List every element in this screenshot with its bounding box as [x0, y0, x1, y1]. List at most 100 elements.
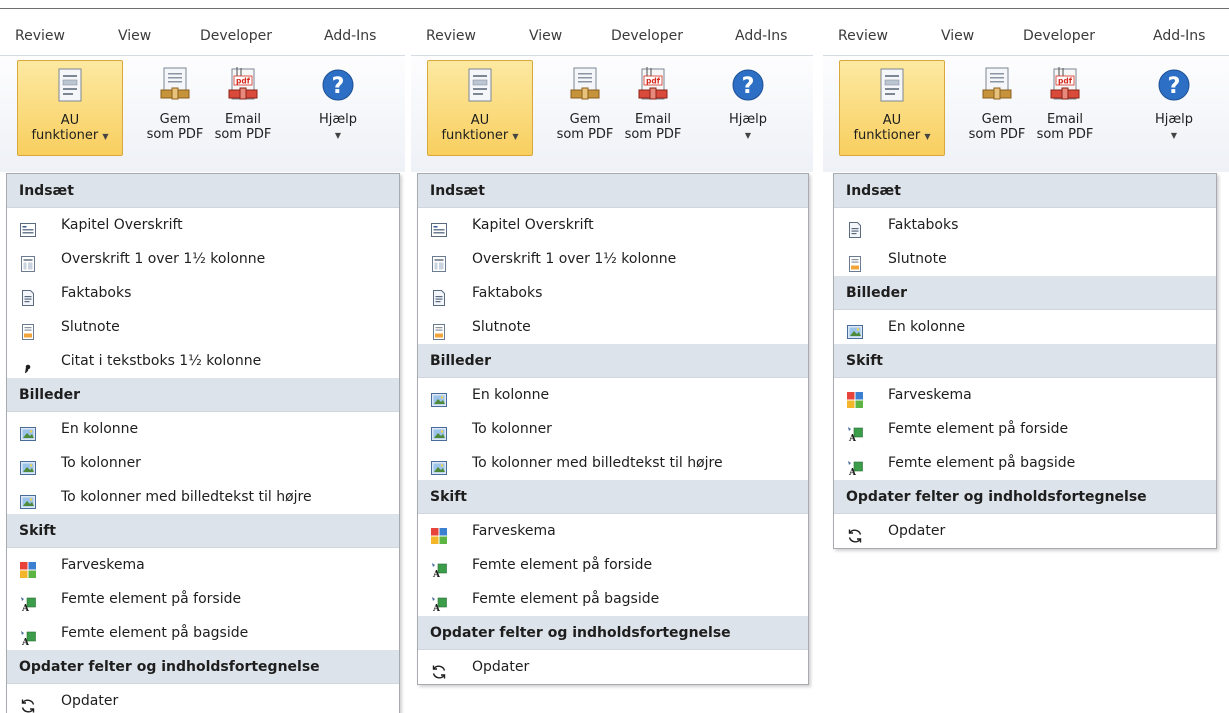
email-som-pdf-button[interactable]: pdf Email som PDF [620, 60, 686, 156]
tab-add-ins[interactable]: Add-Ins [1153, 28, 1205, 44]
menu-item-slutnote[interactable]: Slutnote [418, 310, 808, 344]
section-header-billeder: Billeder [834, 276, 1216, 310]
email-label-line2: som PDF [1036, 127, 1094, 142]
menu-item-femte-element-paa-bagside[interactable]: A Femte element på bagside [834, 446, 1216, 480]
menu-item-farveskema[interactable]: Farveskema [7, 548, 399, 582]
refresh-icon [431, 659, 447, 679]
gem-label: Gem som PDF [143, 112, 207, 142]
au-funktioner-button[interactable]: AU funktioner ▼ [839, 60, 945, 156]
menu-item-farveskema[interactable]: Farveskema [418, 514, 808, 548]
email-pdf-icon: pdf [638, 67, 668, 100]
gem-som-pdf-button[interactable]: Gem som PDF [143, 60, 207, 156]
menu-item-to-kolonner[interactable]: To kolonner [7, 446, 399, 480]
column-layout-icon [20, 251, 36, 272]
color-scheme-icon [847, 387, 863, 408]
menu-item-citat-i-tekstboks-1-half-kolonne[interactable]: Citat i tekstboks 1½ kolonne [7, 344, 399, 378]
tab-view[interactable]: View [118, 28, 151, 44]
email-pdf-icon: pdf [1050, 67, 1080, 100]
email-label-line1: Email [224, 112, 262, 127]
svg-text:A: A [848, 434, 857, 442]
menu-item-opdater[interactable]: Opdater [7, 684, 399, 713]
menu-item-to-kolonner-med-billedtekst-til-hoejre[interactable]: To kolonner med billedtekst til højre [7, 480, 399, 514]
menu-item-label: To kolonner med billedtekst til højre [472, 455, 723, 471]
menu-item-opdater[interactable]: Opdater [834, 514, 1216, 548]
menu-item-slutnote[interactable]: Slutnote [7, 310, 399, 344]
tab-view[interactable]: View [941, 28, 974, 44]
svg-text:A: A [432, 604, 441, 612]
menu-item-slutnote[interactable]: Slutnote [834, 242, 1216, 276]
menu-item-femte-element-paa-bagside[interactable]: A Femte element på bagside [418, 582, 808, 616]
menu-item-kapitel-overskrift[interactable]: Kapitel Overskrift [418, 208, 808, 242]
menu-item-label: Faktaboks [61, 285, 132, 301]
menu-item-label: Femte element på forside [888, 421, 1069, 437]
menu-item-farveskema[interactable]: Farveskema [834, 378, 1216, 412]
picture-icon [20, 455, 36, 475]
menu-item-label: Kapitel Overskrift [61, 217, 183, 233]
tab-developer[interactable]: Developer [1023, 28, 1095, 44]
help-glyph-text: ? [742, 74, 755, 99]
help-icon: ? [732, 69, 764, 101]
svg-text:A: A [432, 570, 441, 578]
menu-item-femte-element-paa-forside[interactable]: A Femte element på forside [7, 582, 399, 616]
tab-developer[interactable]: Developer [200, 28, 272, 44]
refresh-icon [847, 523, 863, 543]
help-button[interactable]: ? Hjælp ▼ [1141, 60, 1207, 156]
menu-item-to-kolonner[interactable]: To kolonner [418, 412, 808, 446]
au-funktioner-dropdown-menu: Indsæt Kapitel Overskrift Overskrift 1 ove… [417, 173, 809, 685]
menu-item-femte-element-paa-forside[interactable]: A Femte element på forside [418, 548, 808, 582]
save-pdf-icon [160, 67, 190, 100]
menu-item-faktaboks[interactable]: Faktaboks [834, 208, 1216, 242]
au-funktioner-button[interactable]: AU funktioner ▼ [17, 60, 123, 156]
menu-item-label: Citat i tekstboks 1½ kolonne [61, 353, 262, 369]
email-som-pdf-button[interactable]: pdf Email som PDF [1032, 60, 1098, 156]
menu-item-faktaboks[interactable]: Faktaboks [7, 276, 399, 310]
au-funktioner-dropdown-menu: Indsæt Kapitel Overskrift Overskrift 1 ove… [6, 173, 400, 713]
menu-item-en-kolonne[interactable]: En kolonne [834, 310, 1216, 344]
tab-review[interactable]: Review [15, 28, 65, 44]
menu-item-opdater[interactable]: Opdater [418, 650, 808, 684]
help-label-text: Hjælp [318, 112, 358, 127]
gem-som-pdf-button[interactable]: Gem som PDF [553, 60, 617, 156]
chevron-down-icon: ▼ [102, 132, 109, 141]
menu-item-label: Femte element på bagside [472, 591, 660, 607]
tab-add-ins[interactable]: Add-Ins [324, 28, 376, 44]
au-funktioner-label: AU funktioner ▼ [840, 113, 944, 144]
menu-item-kapitel-overskrift[interactable]: Kapitel Overskrift [7, 208, 399, 242]
ribbon-body: AU funktioner ▼ Gem som PDF pdf Email so… [411, 55, 813, 172]
email-som-pdf-button[interactable]: pdf Email som PDF [210, 60, 276, 156]
menu-item-label: Slutnote [61, 319, 120, 335]
au-funktioner-label: AU funktioner ▼ [428, 113, 532, 144]
word-screenshot-panel-2: Review View Developer Add-Ins AU funktio… [411, 9, 813, 713]
chevron-down-icon: ▼ [512, 132, 519, 141]
menu-item-label: Kapitel Overskrift [472, 217, 594, 233]
au-label-line2: funktioner [853, 128, 921, 143]
menu-item-overskrift-1-over-1-half-kolonne[interactable]: Overskrift 1 over 1½ kolonne [7, 242, 399, 276]
au-label-line1: AU [470, 113, 490, 128]
section-header-indsaet: Indsæt [418, 174, 808, 208]
svg-text:A: A [21, 638, 30, 646]
menu-item-overskrift-1-over-1-half-kolonne[interactable]: Overskrift 1 over 1½ kolonne [418, 242, 808, 276]
menu-item-to-kolonner-med-billedtekst-til-hoejre[interactable]: To kolonner med billedtekst til højre [418, 446, 808, 480]
tab-developer[interactable]: Developer [611, 28, 683, 44]
menu-item-label: Femte element på forside [472, 557, 653, 573]
help-label: Hjælp ▼ [1141, 112, 1207, 143]
menu-item-femte-element-paa-bagside[interactable]: A Femte element på bagside [7, 616, 399, 650]
ribbon-body: AU funktioner ▼ Gem som PDF pdf Email so… [823, 55, 1229, 172]
tab-add-ins[interactable]: Add-Ins [735, 28, 787, 44]
endnote-icon [431, 319, 447, 340]
menu-item-label: Overskrift 1 over 1½ kolonne [61, 251, 266, 267]
menu-item-en-kolonne[interactable]: En kolonne [418, 378, 808, 412]
menu-item-en-kolonne[interactable]: En kolonne [7, 412, 399, 446]
gem-label-line2: som PDF [146, 127, 204, 142]
help-button[interactable]: ? Hjælp ▼ [715, 60, 781, 156]
menu-item-faktaboks[interactable]: Faktaboks [418, 276, 808, 310]
gem-som-pdf-button[interactable]: Gem som PDF [965, 60, 1029, 156]
help-button[interactable]: ? Hjælp ▼ [305, 60, 371, 156]
tab-review[interactable]: Review [838, 28, 888, 44]
au-funktioner-dropdown-menu: Indsæt Faktaboks Slutnote Billeder En kolonn… [833, 173, 1217, 549]
tab-review[interactable]: Review [426, 28, 476, 44]
menu-item-label: Opdater [61, 693, 119, 709]
au-funktioner-button[interactable]: AU funktioner ▼ [427, 60, 533, 156]
tab-view[interactable]: View [529, 28, 562, 44]
menu-item-femte-element-paa-forside[interactable]: A Femte element på forside [834, 412, 1216, 446]
